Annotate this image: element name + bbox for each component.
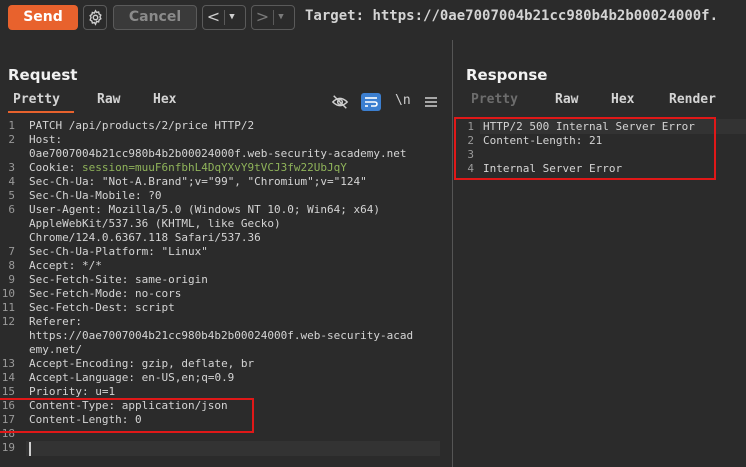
header-key: Sec-Fetch-Site: [29,273,135,286]
wrap-button[interactable] [361,93,381,111]
target-display[interactable]: Target: https://0ae7007004b21cc980b4b2b0… [305,8,718,24]
chevron-down-icon[interactable]: ▼ [225,6,239,29]
header-key: Priority: [29,385,96,398]
header-key: Sec-Ch-Ua-Mobile: [29,189,149,202]
header-key: Accept: [29,259,82,272]
tab-pretty[interactable]: Pretty [13,92,60,107]
header-key: Accept-Encoding: [29,357,142,370]
tab-raw[interactable]: Raw [97,92,120,107]
line-number: 5 [8,189,15,202]
wrap-icon [365,97,378,107]
newline-icon[interactable]: \n [395,93,411,108]
header-value: no-cors [134,287,182,300]
header-value: Mozilla/5.0 (Windows NT 10.0; Win64; x64… [108,203,381,216]
line-number: 14 [1,371,15,384]
header-value: script [134,301,175,314]
header-key: Accept-Language: [29,371,142,384]
header-key: User-Agent: [29,203,109,216]
toolbar: Send Cancel < ▼ > ▼ Target: https://0ae7… [0,0,746,36]
header-key: Cookie: [29,161,82,174]
tab-render[interactable]: Render [669,92,716,107]
tab-raw[interactable]: Raw [555,92,578,107]
header-key: Sec-Ch-Ua-Platform: [29,245,162,258]
response-tabs: Pretty Raw Hex Render [471,92,741,112]
chevron-left-icon[interactable]: < [203,6,224,29]
line-number: 13 [1,357,15,370]
back-button[interactable]: < ▼ [202,5,246,30]
response-title: Response [466,66,548,84]
header-value: en-US,en;q=0.9 [141,371,235,384]
header-key: Sec-Ch-Ua: [29,175,102,188]
line-number: 1 [8,119,15,132]
line-number: 11 [1,301,15,314]
hide-icon[interactable] [331,93,349,111]
menu-icon[interactable] [424,95,438,109]
line-number: 3 [8,161,15,174]
line-number: 7 [8,245,15,258]
line-number: 15 [1,385,15,398]
line-number: 6 [8,203,15,216]
line-number: 10 [1,287,15,300]
line-text: PATCH /api/products/2/price HTTP/2 [29,119,255,132]
chevron-right-icon[interactable]: > [252,6,273,29]
tab-pretty[interactable]: Pretty [471,92,518,107]
gear-icon [89,9,102,26]
request-title: Request [8,66,78,84]
tab-hex[interactable]: Hex [153,92,176,107]
line-number: 19 [1,441,15,454]
line-text: Chrome/124.0.6367.118 Safari/537.36 [29,231,261,244]
header-value: "Not-A.Brand";v="99", "Chromium";v="124" [101,175,367,188]
header-key: Sec-Fetch-Mode: [29,287,135,300]
header-key: Referer: [29,315,82,328]
header-value: */* [81,259,102,272]
header-value: gzip, deflate, br [141,357,255,370]
line-number: 4 [8,175,15,188]
header-value: "Linux" [161,245,208,258]
line-number: 9 [8,273,15,286]
request-tools: \n [331,93,443,111]
line-number: 8 [8,259,15,272]
target-url: https://0ae7007004b21cc980b4b2b00024000f… [372,8,719,24]
line-number: 12 [1,315,15,328]
target-label: Target: [305,8,365,24]
cookie-name: session= [81,161,135,174]
line-text: emy.net/ [29,343,82,356]
cookie-value: muuF6nfbhL4DqYXvY9tVCJ3fw22UbJqY [134,161,347,174]
text-caret [29,442,31,456]
header-key: Host: [29,133,63,146]
tab-hex[interactable]: Hex [611,92,634,107]
response-editor[interactable]: 1 HTTP/2 500 Internal Server Error 2 Conte… [454,117,746,189]
header-value: ?0 [148,189,162,202]
forward-button[interactable]: > ▼ [251,5,295,30]
send-button[interactable]: Send [8,5,78,30]
line-number: 2 [8,133,15,146]
line-text: AppleWebKit/537.36 (KHTML, like Gecko) [29,217,281,230]
settings-button[interactable] [83,5,107,30]
highlight-box [454,117,716,180]
cancel-button[interactable]: Cancel [113,5,197,30]
line-text: https://0ae7007004b21cc980b4b2b00024000f… [29,329,414,342]
header-key: Sec-Fetch-Dest: [29,301,135,314]
current-line-highlight [26,441,440,456]
chevron-down-icon[interactable]: ▼ [274,6,288,29]
active-tab-indicator [8,111,74,113]
highlight-box [0,398,254,433]
request-editor[interactable]: 1 PATCH /api/products/2/price HTTP/2 2 Hos… [0,119,450,464]
header-value: u=1 [95,385,116,398]
line-text: 0ae7007004b21cc980b4b2b00024000f.web-sec… [29,147,407,160]
header-value: same-origin [134,273,208,286]
pane-divider[interactable] [452,40,453,467]
